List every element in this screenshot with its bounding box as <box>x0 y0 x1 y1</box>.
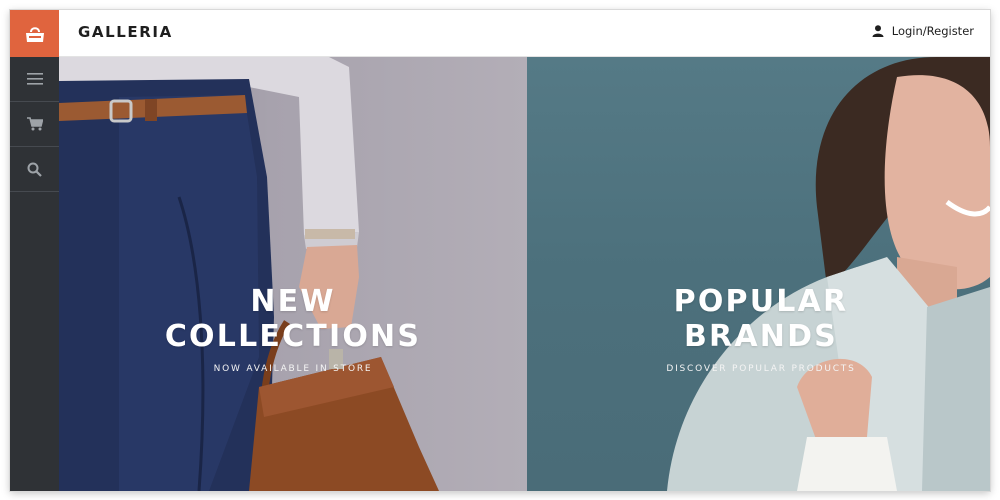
new-collections-title-line2: COLLECTIONS <box>164 319 422 354</box>
popular-brands-title-line2: BRANDS <box>683 319 838 354</box>
popular-brands-text: POPULAR BRANDS DISCOVER POPULAR PRODUCTS <box>532 284 990 374</box>
hero-banner: NEW COLLECTIONS NOW AVAILABLE IN STORE P… <box>59 57 990 491</box>
logo[interactable] <box>10 10 59 57</box>
sidebar-menu-button[interactable] <box>10 57 59 102</box>
login-register-link[interactable]: Login/Register <box>872 24 974 38</box>
new-collections-text: NEW COLLECTIONS NOW AVAILABLE IN STORE <box>59 284 527 374</box>
app-window: GALLERIA Login/Register NEW COLLECTIONS … <box>10 10 990 491</box>
sidebar <box>10 10 59 491</box>
sidebar-search-button[interactable] <box>10 147 59 192</box>
new-collections-title-line1: NEW <box>250 284 336 319</box>
shopping-bag-icon <box>25 26 44 42</box>
brand-name[interactable]: GALLERIA <box>78 23 173 41</box>
menu-icon <box>26 73 43 85</box>
login-register-label: Login/Register <box>891 24 974 38</box>
new-collections-panel[interactable]: NEW COLLECTIONS NOW AVAILABLE IN STORE <box>59 57 527 491</box>
popular-brands-title-line1: POPULAR <box>673 284 849 319</box>
top-header: GALLERIA Login/Register <box>59 10 990 57</box>
sidebar-cart-button[interactable] <box>10 102 59 147</box>
popular-brands-subtitle: DISCOVER POPULAR PRODUCTS <box>666 364 856 374</box>
popular-brands-panel[interactable]: POPULAR BRANDS DISCOVER POPULAR PRODUCTS <box>527 57 990 491</box>
new-collections-subtitle: NOW AVAILABLE IN STORE <box>213 364 373 374</box>
model-jeans-bag-image <box>59 57 439 491</box>
user-icon <box>872 25 884 37</box>
cart-icon <box>26 117 43 131</box>
search-icon <box>27 162 42 177</box>
smiling-woman-image <box>667 57 990 491</box>
